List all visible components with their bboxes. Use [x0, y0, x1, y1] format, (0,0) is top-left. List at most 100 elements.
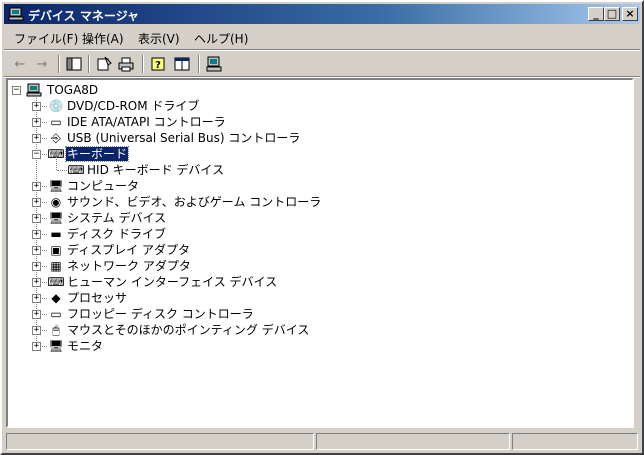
- tree-item[interactable]: + 🖥 モニタ: [8, 338, 608, 354]
- scan-hardware-button[interactable]: [204, 54, 224, 74]
- menu-file[interactable]: ファイル(F): [14, 30, 78, 47]
- help-button[interactable]: ?: [148, 54, 168, 74]
- tree-guide-line: [56, 154, 57, 170]
- properties-icon: [97, 56, 112, 71]
- tree-item[interactable]: + 💿 DVD/CD-ROM ドライブ: [8, 98, 608, 114]
- ide-controller-icon: ▭: [50, 115, 62, 129]
- window-title: デバイス マネージャ: [28, 9, 139, 23]
- tree-item[interactable]: + ◉ サウンド、ビデオ、およびゲーム コントローラ: [8, 194, 608, 210]
- tree-guide-line: [57, 170, 67, 171]
- monitor-icon: 🖥: [48, 339, 64, 353]
- usb-icon: ⎆: [51, 130, 61, 145]
- tree-item-label: ヒューマン インターフェイス デバイス: [67, 275, 278, 289]
- print-button[interactable]: [116, 54, 136, 74]
- tree-item-label: ディスプレイ アダプタ: [67, 243, 190, 257]
- expander-toggle[interactable]: −: [32, 150, 41, 159]
- tree-item[interactable]: + 🖥 システム デバイス: [8, 210, 608, 226]
- tree-item[interactable]: + ▬ ディスク ドライブ: [8, 226, 608, 242]
- svg-text:?: ?: [155, 60, 161, 71]
- device-tree[interactable]: − TOGA8D + 💿 DVD/CD-ROM ドライブ + ▭ IDE ATA/ATAPI …: [6, 78, 634, 428]
- tree-item[interactable]: + ▭ IDE ATA/ATAPI コントローラ: [8, 114, 608, 130]
- device-manager-window: デバイス マネージャ _ □ × ファイル(F) 操作(A) 表示(V) ヘルプ…: [0, 0, 644, 455]
- toolbar-separator: [142, 55, 144, 73]
- expander-toggle[interactable]: +: [32, 102, 41, 111]
- hid-icon: ⌨: [47, 275, 65, 289]
- expander-toggle[interactable]: +: [32, 118, 41, 127]
- pane-icon: [174, 57, 190, 71]
- computer-icon: [26, 82, 42, 98]
- show-hide-console-tree-button[interactable]: [64, 54, 84, 74]
- toolbar-separator: [58, 55, 60, 73]
- mouse-icon: 🖱: [52, 322, 60, 337]
- disk-drive-icon: ▬: [50, 227, 62, 241]
- toolbar-separator: [198, 55, 200, 73]
- tree-item-label: モニタ: [67, 339, 104, 353]
- tree-root[interactable]: − TOGA8D: [8, 82, 608, 98]
- tree-item-label: コンピュータ: [67, 179, 140, 193]
- expander-toggle[interactable]: +: [32, 278, 41, 287]
- expander-toggle[interactable]: +: [32, 310, 41, 319]
- view-pane-button[interactable]: [172, 54, 192, 74]
- toolbar-separator: [88, 55, 90, 73]
- tree-child-label: HID キーボード デバイス: [87, 163, 225, 177]
- menu-action[interactable]: 操作(A): [82, 30, 124, 47]
- computer-icon: 🖥: [48, 179, 64, 193]
- display-adapter-icon: ▣: [50, 243, 62, 257]
- tree-item[interactable]: − ⌨ キーボード: [8, 146, 608, 162]
- close-button[interactable]: ×: [622, 7, 638, 21]
- properties-button[interactable]: [94, 54, 114, 74]
- scan-hardware-icon: [206, 56, 222, 72]
- floppy-controller-icon: ▭: [50, 307, 62, 321]
- maximize-button[interactable]: □: [604, 7, 620, 21]
- tree-item-label: サウンド、ビデオ、およびゲーム コントローラ: [67, 195, 322, 209]
- expander-toggle[interactable]: +: [32, 198, 41, 207]
- keyboard-icon: ⌨: [67, 163, 85, 177]
- menu-help[interactable]: ヘルプ(H): [194, 30, 248, 47]
- forward-button[interactable]: →: [32, 54, 52, 74]
- status-panel-main: [6, 433, 314, 450]
- expander-toggle[interactable]: +: [32, 214, 41, 223]
- expander-toggle[interactable]: −: [12, 86, 21, 95]
- tree-item-label: プロセッサ: [67, 291, 128, 305]
- tree-item[interactable]: + ⌨ ヒューマン インターフェイス デバイス: [8, 274, 608, 290]
- tree-item-label: キーボード: [64, 146, 130, 162]
- tree-item[interactable]: + ▣ ディスプレイ アダプタ: [8, 242, 608, 258]
- network-adapter-icon: ▦: [50, 259, 62, 273]
- console-tree-icon: [66, 57, 82, 71]
- tree-item[interactable]: + 🖥 コンピュータ: [8, 178, 608, 194]
- tree-item-label: マウスとそのほかのポインティング デバイス: [67, 323, 310, 337]
- status-panel-right: [512, 433, 638, 450]
- tree-root-label: TOGA8D: [47, 83, 99, 97]
- status-panel-middle: [316, 433, 510, 450]
- tree-item[interactable]: + 🖱 マウスとそのほかのポインティング デバイス: [8, 322, 608, 338]
- expander-toggle[interactable]: +: [32, 246, 41, 255]
- status-bar: [4, 432, 640, 451]
- expander-toggle[interactable]: +: [32, 326, 41, 335]
- expander-toggle[interactable]: +: [32, 342, 41, 351]
- tree-item-label: DVD/CD-ROM ドライブ: [67, 99, 200, 113]
- minimize-button[interactable]: _: [588, 7, 604, 21]
- tree-item[interactable]: + ▦ ネットワーク アダプタ: [8, 258, 608, 274]
- back-button[interactable]: ←: [10, 54, 30, 74]
- menu-view[interactable]: 表示(V): [138, 30, 180, 47]
- expander-toggle[interactable]: +: [32, 230, 41, 239]
- expander-toggle[interactable]: +: [32, 182, 41, 191]
- expander-toggle[interactable]: +: [32, 134, 41, 143]
- tree-item[interactable]: + ⎆ USB (Universal Serial Bus) コントローラ: [8, 130, 608, 146]
- tree-item-label: ディスク ドライブ: [67, 227, 166, 241]
- expander-toggle[interactable]: +: [32, 294, 41, 303]
- tree-item-label: IDE ATA/ATAPI コントローラ: [67, 115, 226, 129]
- menu-bar: ファイル(F) 操作(A) 表示(V) ヘルプ(H): [4, 26, 640, 48]
- printer-icon: [118, 57, 134, 72]
- tree-item-label: システム デバイス: [67, 211, 167, 225]
- expander-toggle[interactable]: +: [32, 262, 41, 271]
- cdrom-icon: 💿: [48, 99, 64, 113]
- tree-child-item[interactable]: ⌨ HID キーボード デバイス: [8, 154, 608, 178]
- system-device-icon: 🖥: [48, 211, 64, 225]
- computer-icon: [8, 6, 24, 22]
- tree-item-label: ネットワーク アダプタ: [67, 259, 191, 273]
- title-bar[interactable]: デバイス マネージャ _ □ ×: [4, 4, 640, 24]
- tree-item[interactable]: + ◆ プロセッサ: [8, 290, 608, 306]
- tree-item[interactable]: + ▭ フロッピー ディスク コントローラ: [8, 306, 608, 322]
- toolbar: ← → ?: [4, 52, 640, 76]
